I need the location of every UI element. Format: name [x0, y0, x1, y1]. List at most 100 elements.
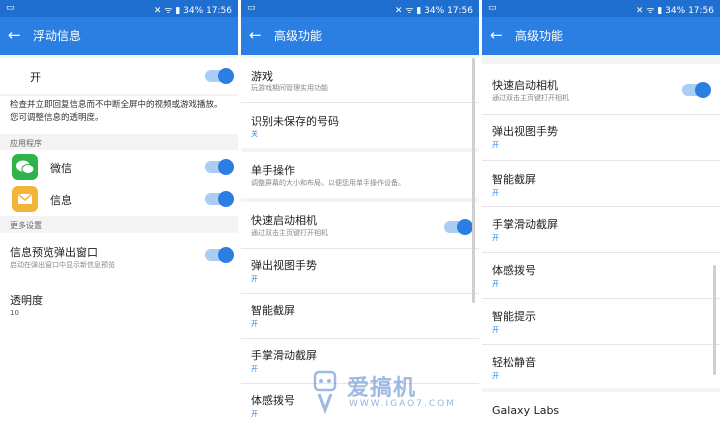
status-bar: ▭ ✕ ᯤ ▮ 34% 17:56 [241, 0, 479, 17]
battery-level: 34% [424, 6, 445, 16]
setting-value: 开 [492, 189, 499, 197]
app-row-messages[interactable]: 信息 [0, 183, 238, 216]
setting-row[interactable]: 单手操作 调整屏幕的大小和布局，以便您用单手操作设备。 [241, 152, 479, 198]
app-row-wechat[interactable]: 微信 [0, 150, 238, 183]
setting-title: 轻松静音 [492, 356, 536, 369]
preview-popup-toggle[interactable] [205, 247, 234, 263]
setting-value: 关 [251, 130, 258, 138]
master-switch-row[interactable]: 开 [0, 58, 238, 94]
setting-row[interactable]: 智能提示 开 [482, 299, 720, 345]
back-arrow-icon[interactable]: ← [490, 25, 503, 45]
setting-title: 智能截屏 [492, 173, 536, 186]
setting-row[interactable]: 快速启动相机 通过双击主页键打开相机 [482, 64, 720, 110]
description-card: 检查并立即回复信息而不中断全屏中的视频或游戏播放。您可调整信息的透明度。 [0, 96, 238, 134]
back-arrow-icon[interactable]: ← [249, 25, 262, 45]
notification-icon: ▭ [247, 3, 256, 13]
watermark-url: WWW.IGAO7.COM [349, 399, 456, 409]
app-label: 信息 [50, 194, 72, 207]
section-label-more: 更多设置 [10, 221, 42, 230]
quick-camera-toggle[interactable] [682, 82, 711, 98]
setting-sub: 通过双击主页键打开相机 [251, 229, 328, 237]
setting-title: 体感拨号 [251, 394, 295, 407]
setting-row[interactable]: 智能截屏 开 [482, 161, 720, 207]
setting-row[interactable]: 弹出视图手势 开 [482, 115, 720, 161]
status-bar: ▭ ✕ ᯤ ▮ 34% 17:56 [482, 0, 720, 17]
setting-row[interactable]: 轻松静音 开 [482, 345, 720, 388]
opacity-title: 透明度 [10, 294, 43, 307]
setting-sub: 调整屏幕的大小和布局，以便您用单手操作设备。 [251, 179, 405, 187]
setting-row[interactable]: 手掌滑动截屏 开 [482, 207, 720, 253]
master-switch-label: 开 [30, 71, 41, 84]
setting-title: 快速启动相机 [251, 214, 317, 227]
setting-row[interactable]: 识别未保存的号码 关 [241, 103, 479, 148]
setting-row[interactable]: 游戏 玩游戏期间管理实用功能 [241, 58, 479, 102]
preview-popup-row[interactable]: 信息预览弹出窗口 启动在弹出窗口中显示新信息预览 [0, 233, 238, 277]
setting-value: 开 [492, 234, 499, 242]
app-bar: ← 浮动信息 [0, 17, 238, 55]
setting-value: 开 [492, 326, 499, 334]
settings-card: Galaxy Labs [482, 392, 720, 427]
watermark-robot-icon [313, 370, 337, 415]
setting-title: 弹出视图手势 [492, 125, 558, 138]
notification-icon: ▭ [6, 3, 15, 13]
back-arrow-icon[interactable]: ← [8, 25, 21, 45]
settings-card: 单手操作 调整屏幕的大小和布局，以便您用单手操作设备。 [241, 152, 479, 198]
setting-title: 智能截屏 [251, 304, 295, 317]
description-text: 检查并立即回复信息而不中断全屏中的视频或游戏播放。您可调整信息的透明度。 [10, 100, 223, 123]
signal-icons: ✕ ᯤ ▮ [394, 6, 422, 16]
wechat-toggle[interactable] [205, 159, 234, 175]
messages-icon [12, 186, 38, 212]
setting-title: 单手操作 [251, 164, 295, 177]
setting-row[interactable]: 体感拨号 开 [482, 253, 720, 299]
setting-value: 开 [492, 280, 499, 288]
clock: 17:56 [206, 6, 232, 16]
setting-title: 手掌滑动截屏 [492, 218, 558, 231]
setting-sub: 通过双击主页键打开相机 [492, 94, 569, 102]
setting-title: 快速启动相机 [492, 79, 558, 92]
scrollbar[interactable] [713, 265, 716, 375]
signal-icons: ✕ ᯤ ▮ [153, 6, 181, 16]
setting-row[interactable]: 智能截屏 开 [241, 294, 479, 338]
setting-row[interactable]: 弹出视图手势 开 [241, 249, 479, 293]
setting-value: 开 [492, 141, 499, 149]
setting-value: 开 [251, 320, 258, 328]
setting-title: 弹出视图手势 [251, 259, 317, 272]
settings-card: 快速启动相机 通过双击主页键打开相机 弹出视图手势 开 智能截屏 开 手掌滑动截… [482, 64, 720, 388]
scrollbar[interactable] [472, 58, 475, 303]
more-settings-card: 信息预览弹出窗口 启动在弹出窗口中显示新信息预览 透明度 10 [0, 233, 238, 427]
quick-camera-toggle[interactable] [444, 219, 473, 235]
setting-title: 体感拨号 [492, 264, 536, 277]
panel-floating-messages: ▭ ✕ ᯤ ▮ 34% 17:56 ← 浮动信息 开 检查并立即回复信息而不中断… [0, 0, 238, 427]
notification-icon: ▭ [488, 3, 497, 13]
watermark: 爱搞机 WWW.IGAO7.COM [305, 366, 455, 422]
setting-value: 开 [251, 275, 258, 283]
setting-row[interactable]: Galaxy Labs [482, 392, 720, 427]
setting-title: Galaxy Labs [492, 404, 560, 417]
setting-value: 开 [251, 410, 258, 418]
app-label: 微信 [50, 162, 72, 175]
apps-card: 微信 信息 [0, 150, 238, 216]
master-toggle[interactable] [205, 68, 234, 84]
app-bar: ← 高级功能 [241, 17, 479, 55]
settings-card: 游戏 玩游戏期间管理实用功能 识别未保存的号码 关 [241, 58, 479, 148]
page-title: 浮动信息 [33, 29, 82, 43]
panel-advanced-features-2: ▭ ✕ ᯤ ▮ 34% 17:56 ← 高级功能 快速启动相机 通过双击主页键打… [482, 0, 720, 427]
battery-level: 34% [183, 6, 204, 16]
clock: 17:56 [688, 6, 714, 16]
messages-toggle[interactable] [205, 191, 234, 207]
preview-popup-sub: 启动在弹出窗口中显示新信息预览 [10, 261, 115, 269]
setting-title: 游戏 [251, 70, 273, 83]
section-label-apps: 应用程序 [10, 139, 42, 148]
app-bar: ← 高级功能 [482, 17, 720, 55]
setting-row[interactable]: 快速启动相机 通过双击主页键打开相机 [241, 202, 479, 248]
status-bar: ▭ ✕ ᯤ ▮ 34% 17:56 [0, 0, 238, 17]
setting-value: 开 [492, 372, 499, 380]
setting-title: 智能提示 [492, 310, 536, 323]
signal-icons: ✕ ᯤ ▮ [635, 6, 663, 16]
panel-advanced-features-1: ▭ ✕ ᯤ ▮ 34% 17:56 ← 高级功能 游戏 玩游戏期间管理实用功能 … [241, 0, 479, 427]
battery-level: 34% [665, 6, 686, 16]
preview-popup-title: 信息预览弹出窗口 [10, 246, 98, 259]
clock: 17:56 [447, 6, 473, 16]
opacity-row[interactable]: 透明度 10 [0, 281, 238, 321]
setting-title: 识别未保存的号码 [251, 115, 339, 128]
